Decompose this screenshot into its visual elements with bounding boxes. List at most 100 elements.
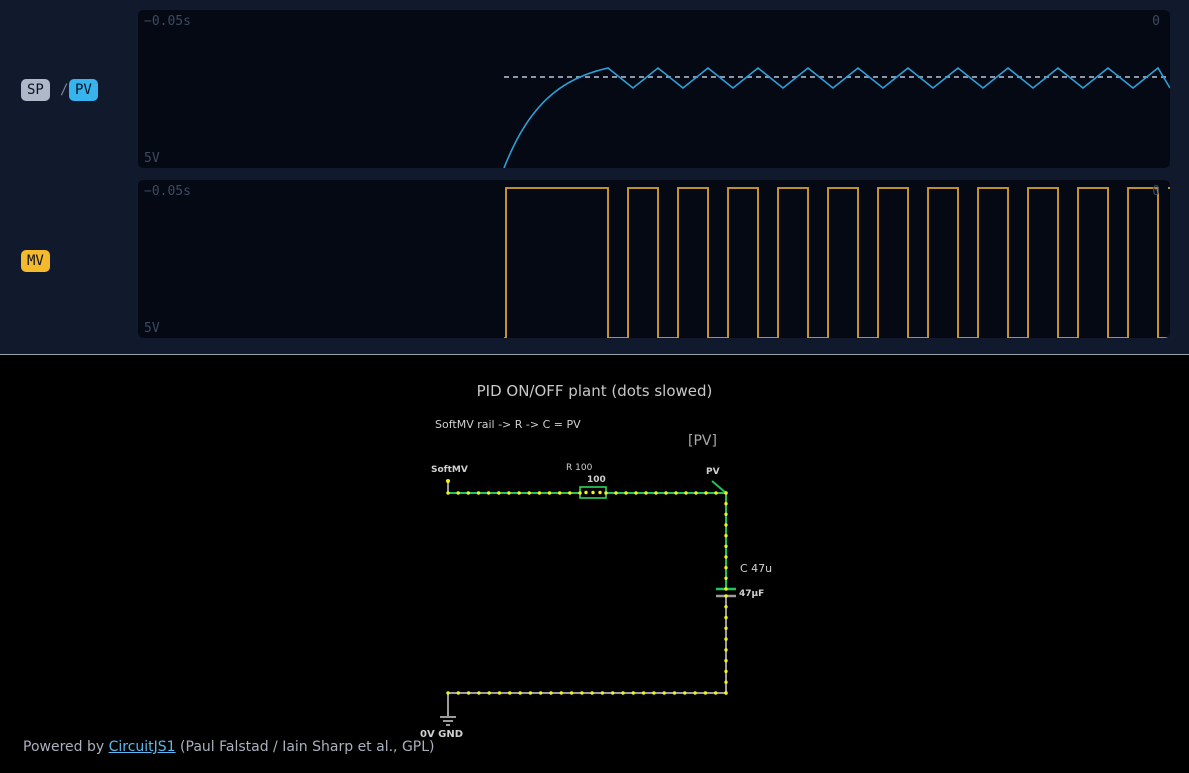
current-dot	[584, 490, 588, 495]
scope-voltage-label: 5V	[144, 151, 160, 166]
current-dot	[724, 669, 728, 674]
current-dot	[634, 491, 638, 495]
sp-pv-scope[interactable]: −0.05s 0 5V	[138, 10, 1170, 168]
current-dot	[604, 491, 608, 495]
current-dot	[724, 512, 728, 516]
current-dot	[466, 691, 471, 695]
current-dot	[724, 576, 728, 580]
circuitjs-link[interactable]: CircuitJS1	[109, 739, 176, 755]
current-dot	[724, 587, 728, 591]
current-dot	[714, 691, 718, 695]
current-dot	[517, 491, 521, 495]
current-dot	[631, 691, 635, 695]
scope-time-start-label: −0.05s	[144, 184, 191, 199]
current-dot	[724, 659, 728, 663]
current-dot	[487, 691, 491, 695]
current-dot	[578, 491, 582, 495]
current-dot	[724, 566, 728, 570]
current-dot	[724, 626, 728, 630]
current-dot	[654, 491, 658, 495]
current-dot	[446, 691, 450, 695]
circuit-canvas[interactable]: PID ON/OFF plant (dots slowed) SoftMV ra…	[0, 355, 1189, 773]
current-dot	[600, 691, 605, 695]
scope-voltage-label: 5V	[144, 321, 160, 336]
current-dot	[518, 691, 522, 695]
current-dot	[724, 680, 728, 684]
current-dot	[568, 491, 572, 495]
current-dot	[580, 691, 584, 695]
current-dot	[703, 691, 708, 695]
current-dot	[558, 491, 562, 495]
circuit-schematic	[440, 479, 736, 726]
pv-badge[interactable]: PV	[69, 79, 98, 101]
current-dot	[456, 491, 460, 495]
current-dot	[497, 691, 502, 695]
mv-badge[interactable]: MV	[21, 250, 50, 272]
current-dot	[724, 502, 728, 506]
current-dot	[724, 637, 728, 641]
current-dot	[684, 491, 688, 495]
pv-trace	[503, 66, 1170, 168]
footer-suffix: (Paul Falstad / Iain Sharp et al., GPL)	[175, 739, 435, 755]
softmv-node	[446, 479, 450, 483]
current-dot	[724, 555, 728, 559]
current-dot	[714, 491, 718, 495]
current-dot	[559, 691, 563, 695]
current-dot	[446, 491, 450, 495]
current-dot	[724, 605, 728, 609]
current-dot	[694, 491, 698, 495]
current-dot	[724, 648, 728, 652]
mv-trace-plot	[504, 187, 1170, 338]
scope-time-end-label: 0	[1152, 184, 1160, 199]
footer-credit: Powered by CircuitJS1 (Paul Falstad / Ia…	[23, 739, 435, 755]
current-dot	[476, 491, 481, 495]
current-dot	[724, 594, 728, 598]
current-dot	[724, 491, 728, 495]
current-dot	[672, 691, 677, 695]
current-dot	[683, 691, 687, 695]
current-dot	[508, 691, 512, 695]
sp-badge[interactable]: SP	[21, 79, 50, 101]
mv-scope[interactable]: −0.05s 0 5V	[138, 180, 1170, 338]
current-dot	[724, 534, 728, 538]
current-dot	[724, 544, 728, 548]
current-dot	[598, 490, 602, 495]
current-dot	[591, 490, 595, 495]
current-dot	[724, 523, 728, 527]
scope-time-end-label: 0	[1152, 14, 1160, 29]
current-dot	[621, 691, 625, 695]
badge-separator: /	[60, 82, 69, 98]
scope-time-start-label: −0.05s	[144, 14, 191, 29]
current-dot	[724, 691, 728, 695]
current-dot	[611, 691, 615, 695]
current-dot	[537, 491, 542, 495]
current-dot	[486, 491, 491, 495]
current-dot	[547, 491, 552, 495]
current-dot	[507, 491, 511, 495]
current-dot	[539, 691, 543, 695]
current-dot	[662, 691, 666, 695]
current-dot	[724, 615, 728, 620]
current-dot	[693, 691, 697, 695]
scope-panel: −0.05s 0 5V −0.05s 0 5V SP / PV MV	[0, 0, 1189, 355]
current-dot	[674, 491, 678, 495]
current-dot	[466, 491, 470, 495]
mv-trace	[504, 187, 1170, 338]
current-dot	[527, 491, 531, 495]
current-dot	[456, 691, 460, 695]
pv-probe-wire	[711, 480, 727, 494]
current-dot	[549, 691, 553, 695]
footer-prefix: Powered by	[23, 739, 109, 755]
current-dot	[641, 691, 646, 695]
current-dots	[446, 490, 728, 695]
current-dot	[569, 691, 574, 695]
current-dot	[590, 691, 594, 695]
current-dot	[477, 691, 481, 695]
current-dot	[704, 491, 708, 495]
current-dot	[497, 491, 501, 495]
current-dot	[644, 491, 648, 495]
sp-pv-trace-plot	[503, 66, 1170, 168]
current-dot	[652, 691, 656, 695]
current-dot	[614, 491, 618, 495]
current-dot	[664, 491, 668, 495]
